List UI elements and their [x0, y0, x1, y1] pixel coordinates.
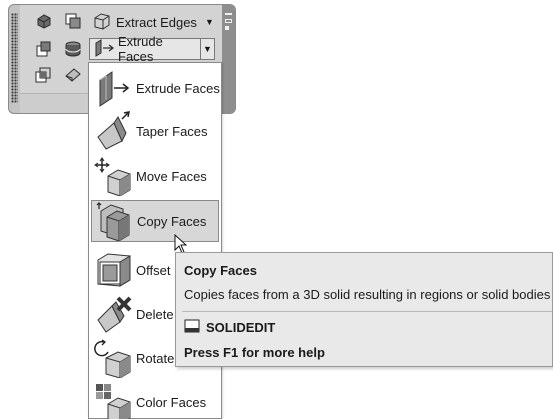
chevron-down-icon: ▼ [204, 17, 214, 27]
extrude-faces-small-icon [93, 38, 115, 60]
imprint-icon[interactable] [64, 12, 82, 30]
extrude-faces-dropdown-arrow[interactable]: ▼ [200, 39, 214, 59]
panel-side-strip[interactable] [222, 5, 235, 113]
taper-faces-icon [94, 111, 134, 151]
tooltip-divider [182, 311, 552, 312]
extrude-faces-icon [94, 68, 134, 108]
restore-icon [225, 19, 232, 23]
move-faces-icon [94, 156, 134, 197]
menu-item-label: Extrude Faces [136, 80, 220, 96]
menu-item-move-faces[interactable]: Move Faces [91, 155, 219, 197]
menu-item-color-faces[interactable]: Color Faces [91, 381, 219, 419]
menu-item-label: Rotate [136, 350, 175, 366]
extract-edges-label: Extract Edges [116, 14, 197, 30]
tooltip-description: Copies faces from a 3D solid resulting i… [184, 287, 551, 302]
color-faces-icon [94, 382, 134, 419]
menu-item-label: Delete [136, 306, 174, 322]
menu-item-label: Taper Faces [136, 123, 208, 139]
extract-edges-button[interactable]: Extract Edges ▼ [92, 12, 214, 32]
pin-icon [225, 26, 229, 30]
shell-icon[interactable] [64, 66, 82, 84]
menu-item-label: Color Faces [136, 394, 207, 410]
chevron-down-icon: ▼ [203, 44, 212, 54]
rotate-faces-icon [94, 338, 134, 379]
menu-item-label: Move Faces [136, 168, 207, 184]
tooltip-title: Copy Faces [184, 263, 257, 278]
extract-edges-icon [92, 12, 112, 33]
copy-faces-icon [95, 201, 135, 242]
extrude-faces-main-button[interactable]: Extrude Faces [90, 34, 200, 64]
union-icon[interactable] [34, 12, 52, 30]
intersect-icon[interactable] [34, 66, 52, 84]
panel-grip-handle[interactable] [11, 13, 18, 103]
copy-faces-tooltip: Copy Faces Copies faces from a 3D solid … [175, 252, 553, 367]
menu-item-label: Copy Faces [137, 213, 207, 229]
command-line-icon [184, 319, 200, 336]
menu-item-extrude-faces[interactable]: Extrude Faces [91, 67, 220, 109]
extrude-faces-split-label: Extrude Faces [118, 34, 163, 64]
subtract-icon[interactable] [34, 40, 52, 58]
menu-item-taper-faces[interactable]: Taper Faces [91, 110, 219, 152]
extrude-faces-split-button[interactable]: Extrude Faces ▼ [89, 34, 215, 64]
tooltip-help-text: Press F1 for more help [184, 345, 325, 360]
delete-faces-icon [94, 294, 134, 334]
menu-item-copy-faces[interactable]: Copy Faces [91, 200, 219, 242]
slice-icon[interactable] [64, 40, 82, 58]
tooltip-command: SOLIDEDIT [184, 319, 275, 336]
tooltip-command-name: SOLIDEDIT [206, 320, 276, 335]
minimize-icon [225, 13, 232, 15]
offset-faces-icon [94, 250, 134, 290]
